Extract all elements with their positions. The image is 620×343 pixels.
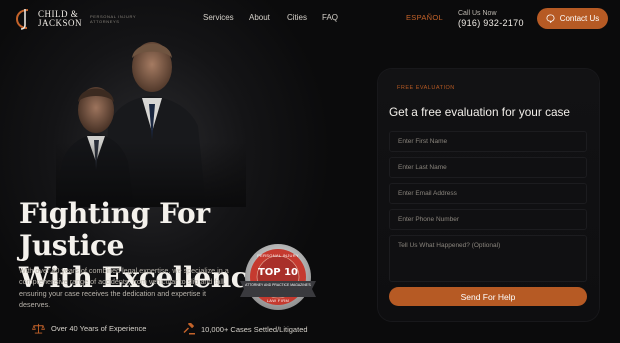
- phone-number[interactable]: (916) 932-2170: [458, 18, 524, 29]
- badge-top-text: PERSONAL INJURY: [257, 253, 299, 258]
- chat-bubble-icon: [546, 14, 555, 23]
- contact-us-label: Contact Us: [559, 14, 600, 23]
- badge-bottom-text: LAW FIRM: [266, 298, 290, 303]
- stat-cases-label: 10,000+ Cases Settled/Litigated: [201, 324, 308, 334]
- last-name-input[interactable]: [389, 157, 587, 178]
- call-label: Call Us Now: [458, 10, 497, 17]
- nav-faq[interactable]: FAQ: [322, 13, 338, 22]
- gavel-icon: [183, 323, 195, 335]
- contact-us-button[interactable]: Contact Us: [537, 8, 608, 29]
- nav-about[interactable]: About: [249, 13, 270, 22]
- form-title: Get a free evaluation for your case: [389, 105, 570, 119]
- top-10-badge: PERSONAL INJURY TOP 10 ATTORNEY AND PRAC…: [232, 241, 324, 313]
- hero-intro: With over 40 years of combined legal exp…: [19, 266, 229, 310]
- attorneys-portrait: [56, 42, 246, 207]
- language-link[interactable]: ESPAÑOL: [406, 13, 443, 22]
- stat-experience-label: Over 40 Years of Experience: [51, 324, 147, 333]
- badge-big-text: TOP 10: [257, 267, 299, 278]
- nav-services[interactable]: Services: [203, 13, 234, 22]
- nav-cities[interactable]: Cities: [287, 13, 307, 22]
- email-input[interactable]: [389, 183, 587, 204]
- badge-ribbon-text: ATTORNEY AND PRACTICE MAGAZINE'S: [245, 283, 311, 287]
- first-name-input[interactable]: [389, 131, 587, 152]
- form-kicker: FREE EVALUATION: [397, 85, 455, 91]
- call-block[interactable]: Call Us Now (916) 932-2170: [458, 9, 524, 29]
- stat-cases: 10,000+ Cases Settled/Litigated: [183, 323, 308, 335]
- stat-experience: Over 40 Years of Experience: [32, 323, 146, 334]
- send-for-help-button[interactable]: Send For Help: [389, 287, 587, 306]
- phone-input[interactable]: [389, 209, 587, 230]
- scales-icon: [32, 323, 45, 334]
- message-textarea[interactable]: [389, 235, 587, 282]
- logo-mark-icon: [15, 9, 29, 30]
